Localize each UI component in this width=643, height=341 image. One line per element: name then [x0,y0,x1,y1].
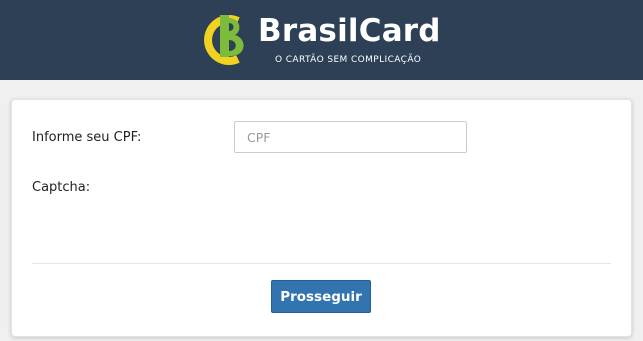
captcha-label: Captcha: [32,180,91,195]
cpf-input[interactable] [234,121,467,153]
brand-name: BrasilCard [258,13,441,49]
brasilcard-logo-icon [204,15,244,65]
form-divider [32,263,611,264]
prosseguir-button[interactable]: Prosseguir [271,280,371,313]
brand-logo[interactable]: BrasilCard O CARTÃO SEM COMPLICAÇÃO [198,9,448,71]
brand-tagline: O CARTÃO SEM COMPLICAÇÃO [275,55,422,65]
site-header: BrasilCard O CARTÃO SEM COMPLICAÇÃO [0,0,643,80]
cpf-label: Informe seu CPF: [32,130,142,145]
cpf-form-card: Informe seu CPF: Captcha: Prosseguir [11,99,632,337]
